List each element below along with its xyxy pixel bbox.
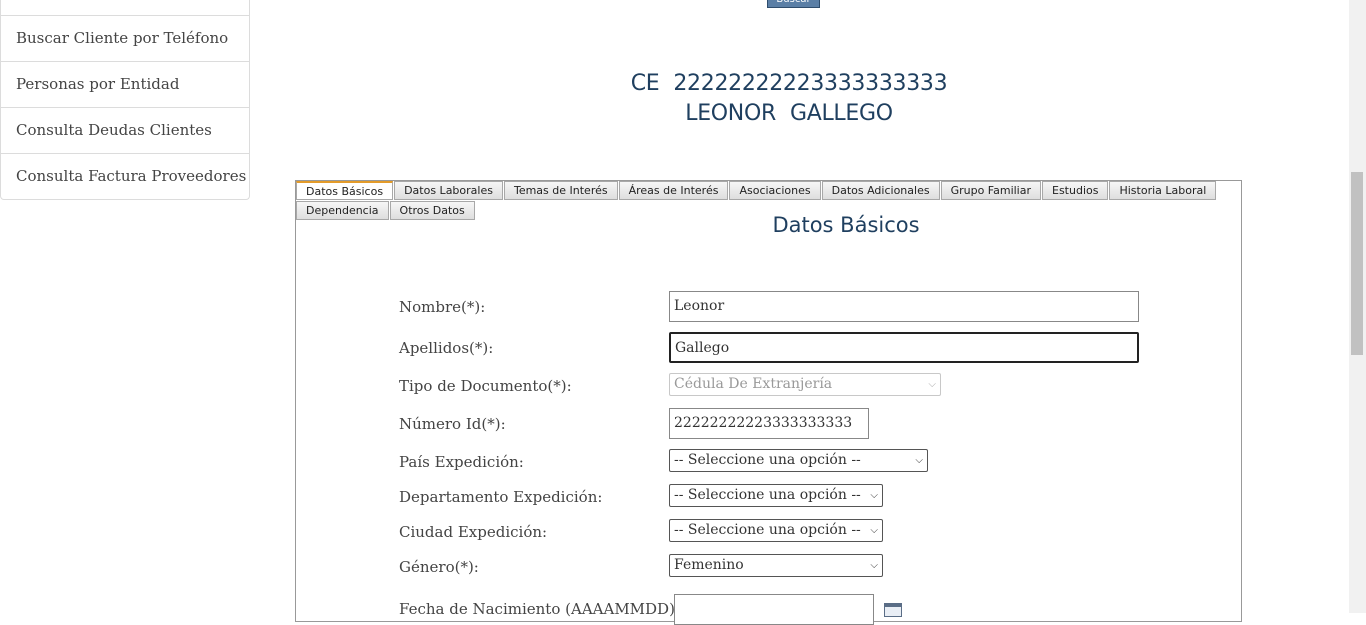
- genero-select[interactable]: Femenino ⌵: [669, 554, 883, 577]
- client-name-heading: LEONOR GALLEGO: [0, 101, 1366, 126]
- tab-panel: Datos Básicos Datos Laborales Temas de I…: [295, 180, 1242, 625]
- ciudad-value: -- Seleccione una opción --: [674, 522, 861, 538]
- sidebar-item-consulta-factura[interactable]: Consulta Factura Proveedores: [1, 153, 249, 199]
- apellidos-input[interactable]: Gallego: [669, 332, 1139, 363]
- fecha-nacimiento-input[interactable]: [674, 594, 874, 625]
- numero-id-input[interactable]: 22222222223333333333: [669, 408, 869, 439]
- chevron-down-icon: ⌵: [870, 560, 878, 571]
- sidebar-item-buscar-cliente-telefono[interactable]: Buscar Cliente por Teléfono: [1, 15, 249, 61]
- tab-historia-laboral[interactable]: Historia Laboral: [1109, 181, 1217, 200]
- tab-row-1: Datos Básicos Datos Laborales Temas de I…: [296, 181, 1217, 200]
- departamento-value: -- Seleccione una opción --: [674, 487, 861, 503]
- tab-asociaciones[interactable]: Asociaciones: [729, 181, 821, 200]
- chevron-down-icon: ⌵: [915, 455, 923, 466]
- nombre-input[interactable]: Leonor: [669, 291, 1139, 322]
- panel-title: Datos Básicos: [772, 213, 920, 237]
- doc-type: CE: [630, 71, 660, 96]
- tipo-documento-select[interactable]: Cédula De Extranjería ⌵: [669, 373, 941, 396]
- pais-label: País Expedición:: [399, 453, 524, 471]
- last-name: GALLEGO: [789, 101, 893, 126]
- tab-areas-interes[interactable]: Áreas de Interés: [618, 181, 729, 200]
- chevron-down-icon: ⌵: [870, 490, 878, 501]
- scrollbar-thumb[interactable]: [1351, 172, 1363, 355]
- pais-value: -- Seleccione una opción --: [674, 452, 861, 468]
- chevron-down-icon: ⌵: [870, 525, 878, 536]
- tab-temas-interes[interactable]: Temas de Interés: [503, 181, 618, 200]
- doc-number: 22222222223333333333: [673, 71, 948, 96]
- apellidos-label: Apellidos(*):: [399, 339, 494, 357]
- calendar-icon[interactable]: [884, 603, 902, 617]
- ciudad-label: Ciudad Expedición:: [399, 523, 548, 541]
- page-scrollbar[interactable]: [1349, 0, 1366, 613]
- tipo-documento-value: Cédula De Extranjería: [674, 376, 833, 392]
- first-name: LEONOR: [685, 101, 776, 126]
- tab-estudios[interactable]: Estudios: [1042, 181, 1109, 200]
- genero-value: Femenino: [674, 557, 744, 573]
- sidebar-item-partial[interactable]: [1, 0, 249, 15]
- genero-label: Género(*):: [399, 558, 479, 576]
- numero-id-label: Número Id(*):: [399, 415, 506, 433]
- tab-datos-adicionales[interactable]: Datos Adicionales: [821, 181, 940, 200]
- search-button[interactable]: Buscar: [767, 0, 820, 8]
- chevron-down-icon: ⌵: [928, 379, 936, 390]
- departamento-label: Departamento Expedición:: [399, 488, 603, 506]
- departamento-select[interactable]: -- Seleccione una opción -- ⌵: [669, 484, 883, 507]
- tab-datos-basicos[interactable]: Datos Básicos: [296, 181, 394, 200]
- tipo-documento-label: Tipo de Documento(*):: [399, 377, 572, 395]
- tab-grupo-familiar[interactable]: Grupo Familiar: [940, 181, 1041, 200]
- sidebar-menu: Buscar Cliente por Teléfono Personas por…: [0, 0, 250, 200]
- client-id-heading: CE 22222222223333333333: [0, 71, 1366, 96]
- nombre-label: Nombre(*):: [399, 298, 486, 316]
- fecha-nacimiento-label: Fecha de Nacimiento (AAAAMMDD):: [399, 600, 680, 618]
- ciudad-select[interactable]: -- Seleccione una opción -- ⌵: [669, 519, 883, 542]
- tab-datos-laborales[interactable]: Datos Laborales: [394, 181, 503, 200]
- pais-select[interactable]: -- Seleccione una opción -- ⌵: [669, 449, 928, 472]
